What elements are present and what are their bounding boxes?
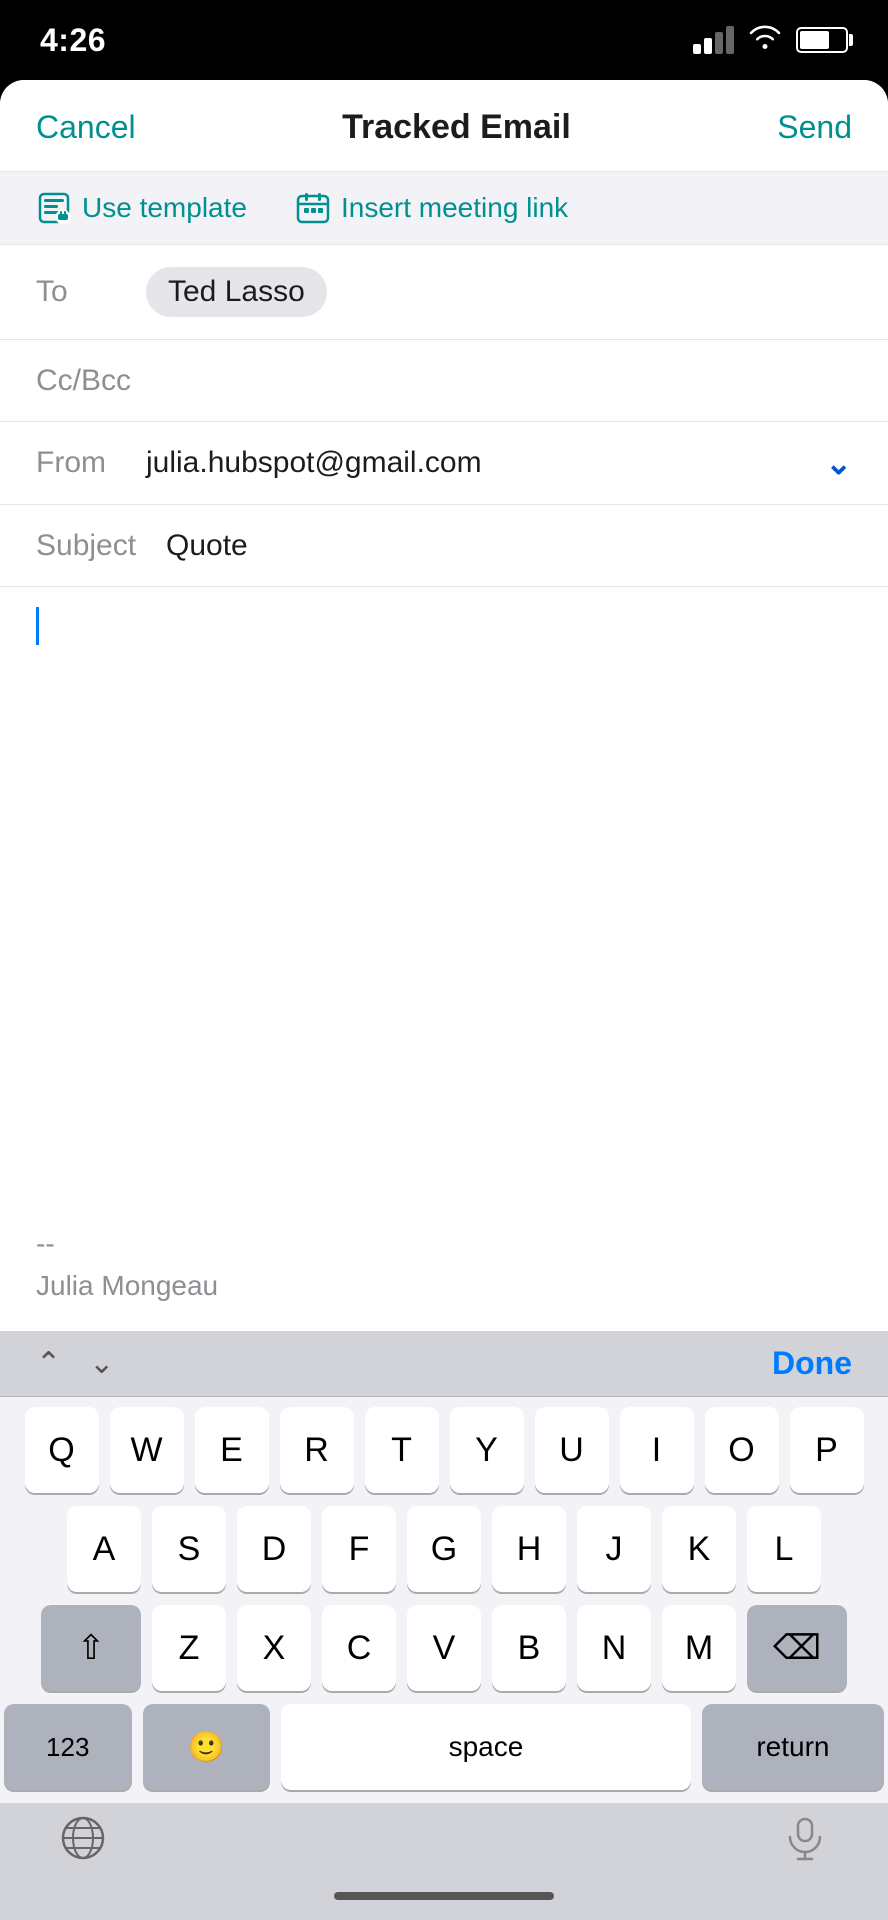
to-field-row: To Ted Lasso: [0, 245, 888, 340]
key-w[interactable]: W: [110, 1407, 184, 1493]
keyboard-done-button[interactable]: Done: [772, 1345, 852, 1382]
signature-name: Julia Mongeau: [36, 1265, 218, 1307]
keyboard-arrows: ⌃ ⌄: [36, 1346, 114, 1381]
subject-label: Subject: [36, 529, 166, 563]
microphone-icon[interactable]: [782, 1815, 828, 1872]
keyboard-row-3: ⇧ Z X C V B N M ⌫: [4, 1605, 884, 1691]
status-bar: 4:26: [0, 0, 888, 80]
subject-value: Quote: [166, 529, 248, 563]
key-y[interactable]: Y: [450, 1407, 524, 1493]
key-o[interactable]: O: [705, 1407, 779, 1493]
cc-label: Cc/Bcc: [36, 364, 146, 398]
key-g[interactable]: G: [407, 1506, 481, 1592]
use-template-label: Use template: [82, 192, 247, 224]
signature-separator: --: [36, 1223, 218, 1265]
key-k[interactable]: K: [662, 1506, 736, 1592]
from-email: julia.hubspot@gmail.com: [146, 446, 825, 480]
space-key[interactable]: space: [281, 1704, 691, 1790]
key-p[interactable]: P: [790, 1407, 864, 1493]
key-f[interactable]: F: [322, 1506, 396, 1592]
key-s[interactable]: S: [152, 1506, 226, 1592]
arrow-down-icon[interactable]: ⌄: [89, 1346, 114, 1381]
status-icons: [693, 24, 848, 57]
from-chevron-icon[interactable]: ⌄: [825, 444, 852, 482]
text-cursor: [36, 607, 39, 645]
emoji-key[interactable]: 🙂: [143, 1704, 271, 1790]
send-button[interactable]: Send: [777, 109, 852, 146]
key-e[interactable]: E: [195, 1407, 269, 1493]
header-title: Tracked Email: [342, 108, 571, 147]
keyboard-bottom-bar: [0, 1803, 888, 1888]
wifi-icon: [748, 24, 782, 57]
keyboard-row-1: Q W E R T Y U I O P: [4, 1407, 884, 1493]
key-m[interactable]: M: [662, 1605, 736, 1691]
key-c[interactable]: C: [322, 1605, 396, 1691]
shift-key[interactable]: ⇧: [41, 1605, 141, 1691]
email-body[interactable]: -- Julia Mongeau: [0, 587, 888, 1331]
home-bar: [334, 1892, 554, 1900]
key-u[interactable]: U: [535, 1407, 609, 1493]
key-v[interactable]: V: [407, 1605, 481, 1691]
key-r[interactable]: R: [280, 1407, 354, 1493]
to-label: To: [36, 275, 146, 309]
key-i[interactable]: I: [620, 1407, 694, 1493]
key-q[interactable]: Q: [25, 1407, 99, 1493]
calendar-icon: [295, 190, 331, 226]
key-j[interactable]: J: [577, 1506, 651, 1592]
from-field-row[interactable]: From julia.hubspot@gmail.com ⌄: [0, 422, 888, 505]
key-z[interactable]: Z: [152, 1605, 226, 1691]
subject-field-row[interactable]: Subject Quote: [0, 505, 888, 587]
keyboard: Q W E R T Y U I O P A S D F G H J K L ⇧ …: [0, 1397, 888, 1803]
key-x[interactable]: X: [237, 1605, 311, 1691]
cc-field-row[interactable]: Cc/Bcc: [0, 340, 888, 422]
key-t[interactable]: T: [365, 1407, 439, 1493]
recipient-chip[interactable]: Ted Lasso: [146, 267, 327, 317]
keyboard-row-4: 123 🙂 space return: [4, 1704, 884, 1790]
key-h[interactable]: H: [492, 1506, 566, 1592]
key-d[interactable]: D: [237, 1506, 311, 1592]
home-indicator: [0, 1888, 888, 1920]
globe-icon[interactable]: [60, 1815, 106, 1872]
email-signature: -- Julia Mongeau: [36, 1223, 218, 1307]
battery-icon: [796, 27, 848, 53]
use-template-button[interactable]: Use template: [36, 190, 247, 226]
key-b[interactable]: B: [492, 1605, 566, 1691]
email-form: To Ted Lasso Cc/Bcc From julia.hubspot@g…: [0, 245, 888, 1331]
arrow-up-icon[interactable]: ⌃: [36, 1346, 61, 1381]
key-l[interactable]: L: [747, 1506, 821, 1592]
app-container: Cancel Tracked Email Send Use template: [0, 80, 888, 1920]
insert-meeting-link-button[interactable]: Insert meeting link: [295, 190, 568, 226]
return-key[interactable]: return: [702, 1704, 884, 1790]
keyboard-row-2: A S D F G H J K L: [4, 1506, 884, 1592]
numbers-key[interactable]: 123: [4, 1704, 132, 1790]
status-time: 4:26: [40, 22, 106, 59]
email-header: Cancel Tracked Email Send: [0, 80, 888, 172]
signal-icon: [693, 26, 734, 54]
from-label: From: [36, 446, 146, 480]
compose-toolbar: Use template Insert meeting link: [0, 172, 888, 245]
key-a[interactable]: A: [67, 1506, 141, 1592]
insert-meeting-link-label: Insert meeting link: [341, 192, 568, 224]
keyboard-toolbar: ⌃ ⌄ Done: [0, 1331, 888, 1397]
key-n[interactable]: N: [577, 1605, 651, 1691]
delete-key[interactable]: ⌫: [747, 1605, 847, 1691]
cancel-button[interactable]: Cancel: [36, 109, 136, 146]
template-icon: [36, 190, 72, 226]
